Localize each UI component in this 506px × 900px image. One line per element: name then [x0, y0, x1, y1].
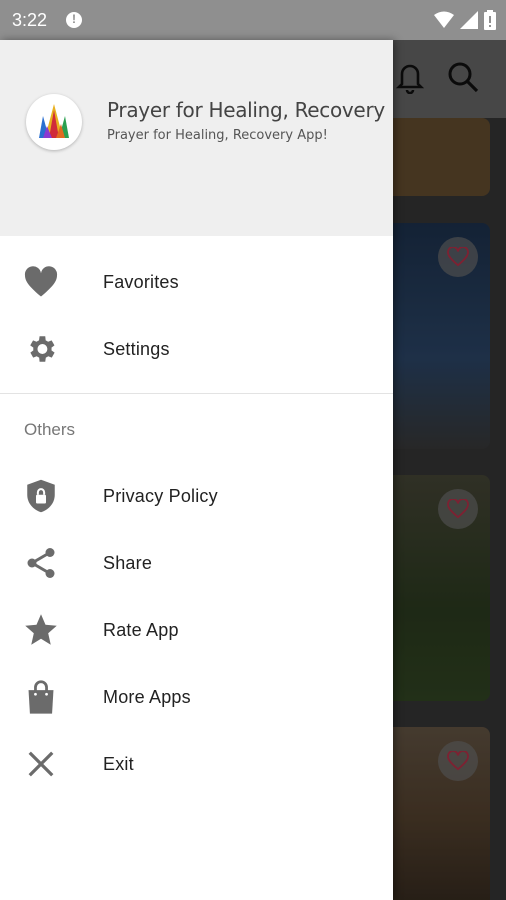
- system-icons: [434, 10, 496, 30]
- close-icon: [22, 745, 60, 783]
- drawer-app-subtitle: Prayer for Healing, Recovery App!: [107, 128, 328, 143]
- menu-item-label: Settings: [103, 338, 170, 359]
- shopping-bag-icon: [22, 678, 60, 716]
- menu-item-label: Favorites: [103, 271, 179, 292]
- shield-lock-icon: [22, 477, 60, 515]
- star-icon: [22, 611, 60, 649]
- navigation-drawer: Prayer for Healing, Recovery Prayer for …: [0, 40, 393, 900]
- menu-item-rate-app[interactable]: Rate App: [0, 602, 393, 658]
- menu-item-share[interactable]: Share: [0, 535, 393, 591]
- menu-item-label: Privacy Policy: [103, 485, 218, 506]
- app-logo: [26, 94, 82, 150]
- wifi-icon: [434, 11, 454, 28]
- menu-item-label: Exit: [103, 753, 134, 774]
- share-icon: [22, 544, 60, 582]
- menu-item-label: Rate App: [103, 619, 179, 640]
- status-time: 3:22: [12, 10, 48, 30]
- menu-item-label: Share: [103, 552, 153, 573]
- section-label-others: Others: [24, 420, 76, 439]
- menu-item-settings[interactable]: Settings: [0, 321, 393, 377]
- menu-item-exit[interactable]: Exit: [0, 736, 393, 792]
- status-bar: 3:22: [0, 0, 506, 40]
- drawer-divider: [0, 393, 393, 394]
- menu-item-favorites[interactable]: Favorites: [0, 254, 393, 310]
- drawer-app-title: Prayer for Healing, Recovery: [107, 98, 385, 122]
- battery-icon: [484, 10, 496, 30]
- menu-item-label: More Apps: [103, 686, 191, 707]
- drawer-header: Prayer for Healing, Recovery Prayer for …: [0, 40, 393, 236]
- signal-icon: [460, 11, 478, 29]
- menu-item-privacy-policy[interactable]: Privacy Policy: [0, 468, 393, 524]
- app-logo-icon: [39, 104, 69, 138]
- gear-icon: [22, 330, 60, 368]
- menu-item-more-apps[interactable]: More Apps: [0, 669, 393, 725]
- heart-icon: [22, 263, 60, 301]
- notification-icon: [66, 12, 82, 28]
